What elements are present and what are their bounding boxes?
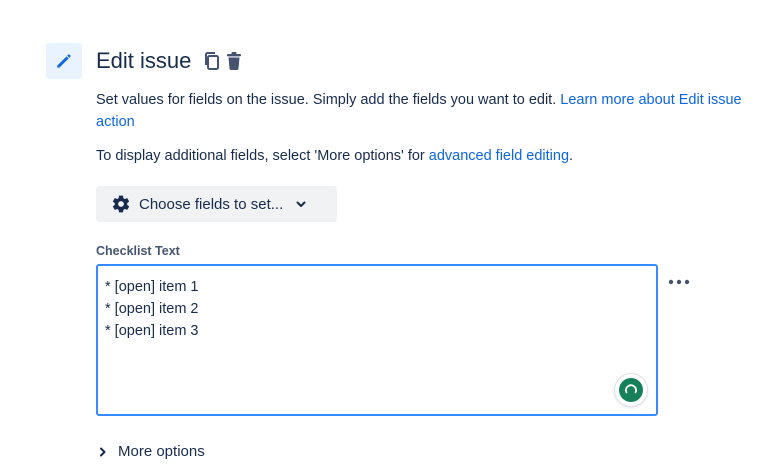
description: Set values for fields on the issue. Simp…	[96, 89, 766, 133]
advanced-editing-note: To display additional fields, select 'Mo…	[96, 145, 766, 167]
checklist-text-label: Checklist Text	[96, 244, 180, 258]
edit-issue-panel: Edit issue Set values for fields on the …	[0, 0, 774, 466]
checklist-line: * [open] item 1	[105, 279, 199, 295]
checklist-line: * [open] item 2	[105, 301, 199, 317]
description-text: Set values for fields on the issue. Simp…	[96, 92, 561, 108]
chevron-down-icon	[295, 198, 307, 210]
checklist-line: * [open] item 3	[105, 323, 199, 339]
choose-fields-button[interactable]: Choose fields to set...	[96, 186, 337, 222]
checklist-text-input[interactable]: * [open] item 1 * [open] item 2 * [open]…	[96, 264, 658, 416]
advanced-field-editing-link[interactable]: advanced field editing	[429, 148, 569, 164]
grammar-icon	[619, 378, 643, 402]
grammar-assistant-button[interactable]	[615, 374, 647, 406]
title-row: Edit issue	[96, 46, 245, 76]
trash-icon[interactable]	[223, 49, 245, 73]
more-options-toggle[interactable]: More options	[98, 443, 205, 460]
advanced-text-end: .	[569, 148, 574, 164]
chevron-right-icon	[98, 446, 108, 458]
gear-icon	[111, 194, 131, 214]
more-actions-icon[interactable]	[664, 272, 694, 292]
copy-icon[interactable]	[201, 49, 223, 73]
advanced-text: To display additional fields, select 'Mo…	[96, 148, 429, 164]
page-title: Edit issue	[96, 48, 192, 73]
pencil-icon	[46, 43, 82, 79]
more-options-label: More options	[118, 443, 205, 460]
choose-fields-label: Choose fields to set...	[139, 195, 284, 213]
